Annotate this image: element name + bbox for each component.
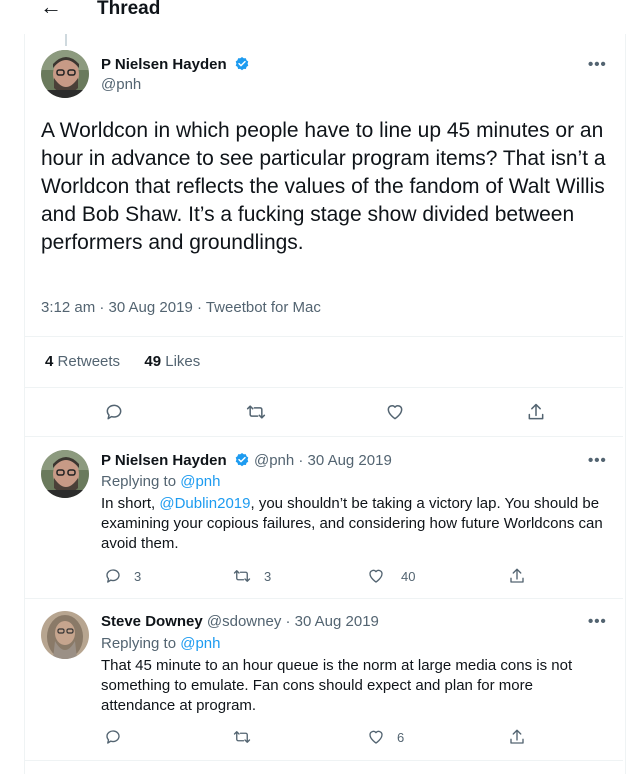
tweet-text: A Worldcon in which people have to line … [41, 119, 606, 254]
avatar[interactable] [41, 450, 89, 498]
thread-connector-line [65, 34, 67, 46]
reply-button[interactable] [104, 728, 128, 746]
thread-header: ← Thread [0, 0, 627, 22]
avatar[interactable] [41, 611, 89, 659]
divider [25, 760, 623, 761]
display-name[interactable]: Steve Downey [101, 613, 203, 630]
avatar-photo-icon [41, 50, 89, 98]
replying-to-handle-link[interactable]: @pnh [180, 473, 220, 490]
reply-icon [106, 404, 122, 420]
retweet-button[interactable] [232, 728, 258, 746]
reply-header: P Nielsen Hayden @pnh · 30 Aug 2019 [101, 452, 392, 469]
reply-icon [106, 730, 120, 744]
reply-button[interactable]: 3 [104, 567, 141, 585]
replying-to: Replying to @pnh [101, 635, 221, 652]
share-button[interactable] [508, 728, 526, 746]
handle-and-date[interactable]: @pnh · 30 Aug 2019 [254, 452, 392, 469]
share-button[interactable] [526, 402, 546, 422]
more-options-icon[interactable]: ••• [588, 452, 607, 469]
engagement-stats: 4 Retweets 49 Likes [45, 353, 200, 370]
likes-stat[interactable]: 49 Likes [144, 353, 200, 370]
share-icon [510, 729, 524, 744]
divider [25, 436, 623, 437]
divider [25, 598, 623, 599]
avatar-photo-icon [41, 450, 89, 498]
retweet-count: 3 [264, 568, 272, 584]
replying-to: Replying to @pnh [101, 473, 221, 490]
back-arrow-icon[interactable]: ← [40, 0, 62, 18]
reply-text: That 45 minute to an hour queue is the n… [101, 657, 573, 714]
share-icon [510, 568, 524, 583]
like-count: 6 [397, 729, 405, 745]
reply-count: 3 [134, 568, 142, 584]
reply-button[interactable] [104, 402, 124, 422]
like-button[interactable] [385, 402, 405, 422]
retweet-button[interactable] [245, 402, 267, 422]
display-name[interactable]: P Nielsen Hayden [101, 56, 227, 73]
retweet-button[interactable]: 3 [232, 567, 271, 585]
avatar[interactable] [41, 50, 89, 98]
retweet-icon [233, 731, 251, 743]
replying-to-handle-link[interactable]: @pnh [180, 635, 220, 652]
retweets-stat[interactable]: 4 Retweets [45, 353, 120, 370]
handle[interactable]: @pnh [101, 76, 141, 93]
verified-badge-icon [235, 57, 249, 71]
mention-link[interactable]: @Dublin2019 [159, 495, 250, 512]
retweet-icon [246, 405, 266, 419]
more-options-icon[interactable]: ••• [588, 56, 607, 73]
like-button[interactable]: 40 [367, 567, 415, 585]
reply-text: In short, @Dublin2019, you shouldn’t be … [101, 495, 603, 552]
avatar-photo-icon [41, 611, 89, 659]
main-tweet-author: P Nielsen Hayden [101, 56, 250, 74]
page-title: Thread [97, 0, 161, 19]
retweet-icon [233, 570, 251, 582]
reply-icon [106, 569, 120, 583]
divider [25, 336, 623, 337]
share-icon [528, 403, 544, 420]
display-name[interactable]: P Nielsen Hayden [101, 452, 227, 469]
divider [25, 387, 623, 388]
share-button[interactable] [508, 567, 526, 585]
more-options-icon[interactable]: ••• [588, 613, 607, 630]
like-button[interactable]: 6 [367, 728, 404, 746]
heart-icon [369, 569, 383, 583]
heart-icon [387, 405, 403, 420]
tweet-timestamp[interactable]: 3:12 am · 30 Aug 2019 · Tweetbot for Mac [41, 299, 321, 316]
reply-header: Steve Downey @sdowney · 30 Aug 2019 [101, 613, 379, 630]
verified-badge-icon [235, 453, 249, 467]
heart-icon [369, 730, 383, 744]
like-count: 40 [401, 568, 416, 584]
handle-and-date[interactable]: @sdowney · 30 Aug 2019 [207, 613, 379, 630]
